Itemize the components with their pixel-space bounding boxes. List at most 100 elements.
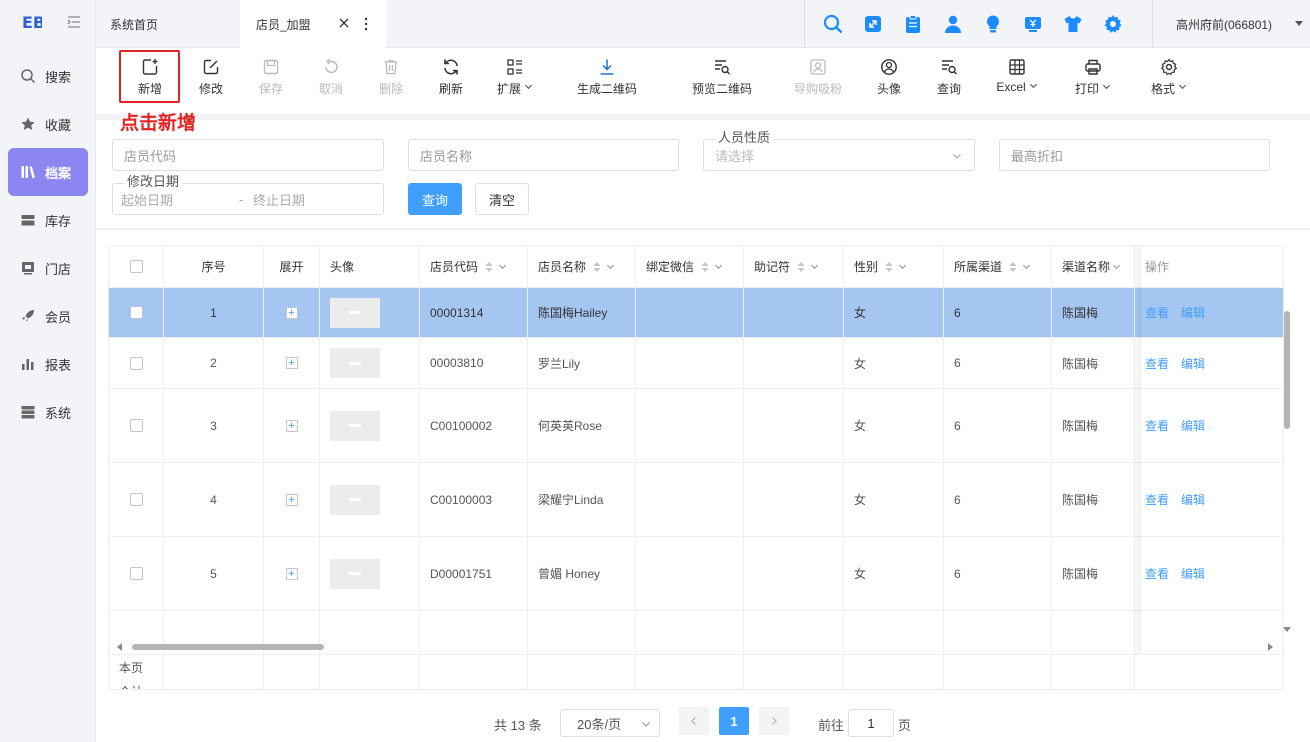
row-checkbox[interactable] bbox=[129, 419, 143, 432]
column-staff-name[interactable]: 店员名称 bbox=[528, 246, 636, 287]
edit-link[interactable]: 编辑 bbox=[1181, 491, 1205, 508]
generate-qrcode-button[interactable]: 生成二维码 bbox=[577, 58, 637, 100]
scroll-left-icon[interactable] bbox=[116, 643, 124, 651]
app-logo[interactable]: EB bbox=[22, 12, 42, 32]
excel-button[interactable]: Excel bbox=[987, 58, 1047, 100]
sort-controls[interactable] bbox=[484, 260, 507, 274]
column-channel-name[interactable]: 渠道名称 bbox=[1052, 246, 1135, 287]
table-row[interactable]: 4 + C00100003 梁耀宁Linda 女 6 陈国梅 查看 编辑 bbox=[109, 463, 1283, 537]
fullscreen-button[interactable] bbox=[858, 12, 888, 36]
select-all-checkbox[interactable] bbox=[129, 260, 143, 273]
avatar-image[interactable] bbox=[330, 348, 380, 378]
goto-page-input[interactable]: 1 bbox=[848, 709, 894, 737]
query-submit-button[interactable]: 查询 bbox=[408, 183, 462, 215]
modified-date-range[interactable]: 修改日期 起始日期 - 终止日期 bbox=[112, 175, 384, 215]
scroll-right-icon[interactable] bbox=[1266, 643, 1274, 651]
print-button[interactable]: 打印 bbox=[1063, 58, 1123, 100]
view-link[interactable]: 查看 bbox=[1145, 355, 1169, 372]
sort-controls[interactable] bbox=[1008, 260, 1031, 274]
refresh-button[interactable]: 刷新 bbox=[421, 58, 481, 100]
row-checkbox[interactable] bbox=[129, 306, 143, 319]
expand-row-button[interactable]: + bbox=[285, 419, 298, 432]
staff-name-input[interactable]: 店员名称 bbox=[408, 139, 679, 171]
filter-dropdown[interactable] bbox=[606, 260, 615, 274]
current-store-name[interactable]: 高州府前(066801) bbox=[1176, 16, 1272, 33]
staff-type-select[interactable]: 人员性质 请选择 bbox=[703, 131, 975, 171]
sidebar-item-inventory[interactable]: 库存 bbox=[8, 196, 88, 244]
format-button[interactable]: 格式 bbox=[1139, 58, 1199, 100]
expand-row-button[interactable]: + bbox=[285, 357, 298, 369]
max-discount-input[interactable]: 最高折扣 bbox=[999, 139, 1270, 171]
filter-dropdown[interactable] bbox=[898, 260, 907, 274]
sort-controls[interactable] bbox=[884, 260, 907, 274]
scrollbar-thumb[interactable] bbox=[132, 644, 324, 650]
filter-dropdown[interactable] bbox=[714, 260, 723, 274]
table-row[interactable]: 2 +00003810 罗兰Lily 女 6 陈国梅 查看 编辑 bbox=[109, 338, 1283, 389]
guide-attract-fans-button[interactable]: 导购吸粉 bbox=[788, 58, 848, 100]
avatar-image[interactable] bbox=[330, 558, 380, 589]
preview-qrcode-button[interactable]: 预览二维码 bbox=[692, 58, 752, 100]
edit-link[interactable]: 编辑 bbox=[1181, 565, 1205, 582]
delete-button[interactable]: 删除 bbox=[361, 58, 421, 100]
settings-button[interactable] bbox=[1098, 12, 1128, 36]
more-vertical-icon[interactable] bbox=[360, 17, 372, 31]
avatar-image[interactable] bbox=[330, 410, 380, 441]
clear-button[interactable]: 清空 bbox=[475, 183, 529, 215]
sidebar-item-system[interactable]: 系统 bbox=[8, 388, 88, 436]
tab-home[interactable]: 系统首页 bbox=[110, 0, 158, 48]
row-checkbox[interactable] bbox=[129, 356, 143, 370]
view-link[interactable]: 查看 bbox=[1145, 417, 1169, 434]
row-checkbox[interactable] bbox=[129, 567, 143, 580]
edit-link[interactable]: 编辑 bbox=[1181, 355, 1205, 372]
profile-button[interactable] bbox=[938, 12, 968, 36]
prev-page-button[interactable] bbox=[679, 707, 709, 735]
next-page-button[interactable] bbox=[759, 707, 789, 735]
view-link[interactable]: 查看 bbox=[1145, 491, 1169, 508]
vertical-scrollbar[interactable] bbox=[1282, 305, 1292, 635]
close-icon[interactable] bbox=[338, 17, 350, 29]
avatar-image[interactable] bbox=[330, 484, 380, 515]
sort-controls[interactable] bbox=[700, 260, 723, 274]
edit-link[interactable]: 编辑 bbox=[1181, 417, 1205, 434]
page-size-select[interactable]: 20条/页 bbox=[560, 709, 660, 737]
table-row[interactable]: 3 + C00100002 何英英Rose 女 6 陈国梅 查看 编辑 bbox=[109, 389, 1283, 463]
start-date-placeholder[interactable]: 起始日期 bbox=[121, 190, 239, 209]
expand-row-button[interactable]: + bbox=[285, 567, 298, 580]
column-index[interactable]: 序号 bbox=[164, 246, 264, 287]
sort-controls[interactable] bbox=[592, 260, 615, 274]
sidebar-item-store[interactable]: 门店 bbox=[8, 244, 88, 292]
horizontal-scrollbar[interactable] bbox=[112, 642, 1274, 652]
end-date-placeholder[interactable]: 终止日期 bbox=[253, 190, 305, 209]
tab-staff-franchise[interactable]: 店员_加盟 bbox=[240, 0, 386, 48]
staff-code-input[interactable]: 店员代码 bbox=[112, 139, 384, 171]
filter-dropdown[interactable] bbox=[1112, 260, 1121, 274]
scroll-down-icon[interactable] bbox=[1283, 625, 1291, 633]
filter-dropdown[interactable] bbox=[810, 260, 819, 274]
query-button[interactable]: 查询 bbox=[919, 58, 979, 100]
row-checkbox[interactable] bbox=[129, 493, 143, 506]
sidebar-item-members[interactable]: 会员 bbox=[8, 292, 88, 340]
avatar-button[interactable]: 头像 bbox=[859, 58, 919, 100]
tasks-button[interactable] bbox=[898, 12, 928, 36]
page-number-current[interactable]: 1 bbox=[719, 707, 749, 735]
extend-button[interactable]: 扩展 bbox=[485, 58, 545, 100]
sidebar-item-search[interactable]: 搜索 bbox=[8, 52, 88, 100]
sidebar-item-archives[interactable]: 档案 bbox=[8, 148, 88, 196]
column-staff-code[interactable]: 店员代码 bbox=[420, 246, 528, 287]
table-row[interactable]: 1 +00001314 陈国梅Hailey 女 6 陈国梅 查看 编辑 bbox=[109, 288, 1283, 338]
column-wechat[interactable]: 绑定微信 bbox=[636, 246, 744, 287]
filter-dropdown[interactable] bbox=[498, 260, 507, 274]
table-row[interactable]: 5 + D00001751 曾媚 Honey 女 6 陈国梅 查看 编辑 bbox=[109, 537, 1283, 611]
column-mnemonic[interactable]: 助记符 bbox=[744, 246, 844, 287]
finance-button[interactable] bbox=[1018, 12, 1048, 36]
caret-down-icon[interactable] bbox=[1294, 18, 1304, 28]
expand-row-button[interactable]: + bbox=[285, 493, 298, 506]
column-channel[interactable]: 所属渠道 bbox=[944, 246, 1052, 287]
avatar-image[interactable] bbox=[330, 297, 380, 328]
global-search-button[interactable] bbox=[818, 12, 848, 36]
column-avatar[interactable]: 头像 bbox=[320, 246, 420, 287]
column-gender[interactable]: 性别 bbox=[844, 246, 944, 287]
view-link[interactable]: 查看 bbox=[1145, 565, 1169, 582]
tips-button[interactable] bbox=[978, 12, 1008, 36]
scrollbar-thumb[interactable] bbox=[1284, 311, 1290, 429]
